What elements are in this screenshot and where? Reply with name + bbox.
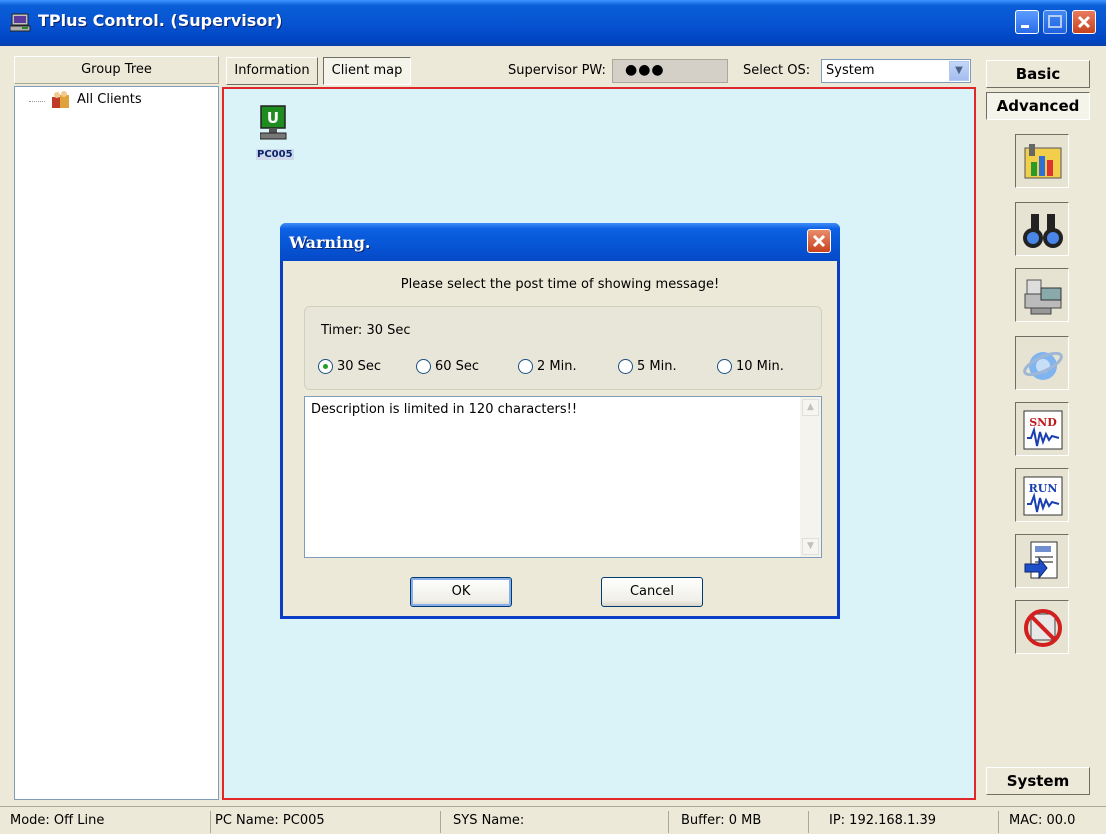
tab-client-map[interactable]: Client map: [323, 57, 411, 85]
description-textarea[interactable]: Description is limited in 120 characters…: [304, 396, 822, 558]
select-os-label: Select OS:: [743, 63, 811, 78]
warning-dialog: Warning. Please select the post time of …: [280, 223, 840, 619]
svg-text:SND: SND: [1029, 416, 1057, 429]
right-panel: Basic Advanced SND RUN System: [984, 56, 1094, 801]
radio-circle: [518, 359, 533, 374]
tool-remote-control[interactable]: [1015, 268, 1069, 322]
minimize-button[interactable]: [1015, 10, 1039, 34]
select-os-value: System: [826, 63, 875, 78]
tool-control-panel[interactable]: [1015, 134, 1069, 188]
radio-circle: [416, 359, 431, 374]
ok-button[interactable]: OK: [410, 577, 512, 607]
client-node-pc005[interactable]: U PC005: [254, 105, 304, 160]
tool-send-file[interactable]: [1015, 534, 1069, 588]
pc-icon: U: [259, 105, 288, 140]
supervisor-pw-field[interactable]: ●●●: [612, 59, 728, 83]
status-ip: IP: 192.168.1.39: [808, 811, 998, 833]
advanced-button[interactable]: Advanced: [986, 92, 1090, 120]
maximize-button[interactable]: [1043, 10, 1067, 34]
tool-internet[interactable]: [1015, 336, 1069, 390]
close-button[interactable]: [1072, 10, 1096, 34]
status-sys-name: SYS Name:: [440, 811, 668, 833]
tool-monitor[interactable]: [1015, 202, 1069, 256]
maximize-icon: [1044, 11, 1066, 33]
timer-group: Timer: 30 Sec 30 Sec 60 Sec 2 Min. 5 Min…: [304, 306, 822, 390]
dialog-close-button[interactable]: [807, 229, 831, 253]
supervisor-pw-label: Supervisor PW:: [508, 63, 606, 78]
scroll-down-icon[interactable]: ▼: [802, 538, 819, 555]
description-text: Description is limited in 120 characters…: [311, 402, 578, 417]
title-bar[interactable]: TPlus Control. (Supervisor): [0, 0, 1106, 46]
status-mode: Mode: Off Line: [10, 813, 105, 828]
dialog-body: Please select the post time of showing m…: [283, 261, 837, 616]
tree-connector: [29, 101, 45, 102]
description-scrollbar[interactable]: ▲ ▼: [800, 397, 821, 557]
tree-item-all-clients[interactable]: All Clients: [77, 92, 142, 107]
status-buffer: Buffer: 0 MB: [668, 811, 808, 833]
radio-circle: [618, 359, 633, 374]
main-window: TPlus Control. (Supervisor) Group Tree A…: [0, 0, 1106, 834]
svg-text:RUN: RUN: [1029, 482, 1058, 495]
status-mac: MAC: 00.0: [998, 811, 1098, 833]
dialog-title: Warning.: [289, 233, 371, 252]
dialog-message: Please select the post time of showing m…: [400, 277, 720, 292]
close-icon: [1073, 11, 1095, 33]
chevron-down-icon[interactable]: ▼: [949, 61, 969, 81]
system-button[interactable]: System: [986, 767, 1090, 795]
tab-information[interactable]: Information: [226, 57, 318, 85]
scroll-up-icon[interactable]: ▲: [802, 399, 819, 416]
client-node-label: PC005: [256, 149, 294, 160]
close-icon: [808, 234, 830, 256]
status-pc-name: PC Name: PC005: [210, 811, 440, 833]
group-tree[interactable]: All Clients: [14, 86, 219, 800]
tool-run-program[interactable]: RUN: [1015, 468, 1069, 522]
minimize-icon: [1016, 11, 1038, 33]
select-os-dropdown[interactable]: System ▼: [821, 59, 971, 83]
group-tree-header: Group Tree: [14, 56, 219, 84]
computer-icon: [9, 13, 32, 33]
radio-circle: [717, 359, 732, 374]
client-group-icon: [51, 91, 71, 109]
timer-label: Timer: 30 Sec: [321, 323, 411, 338]
dialog-title-bar[interactable]: Warning.: [280, 223, 840, 261]
tool-send-sound[interactable]: SND: [1015, 402, 1069, 456]
status-bar: Mode: Off Line PC Name: PC005 SYS Name: …: [0, 806, 1106, 834]
tool-block[interactable]: [1015, 600, 1069, 654]
pc-badge-u: U: [267, 109, 279, 127]
radio-circle: [318, 359, 333, 374]
basic-button[interactable]: Basic: [986, 60, 1090, 88]
window-title: TPlus Control. (Supervisor): [38, 11, 283, 30]
cancel-button[interactable]: Cancel: [601, 577, 703, 607]
